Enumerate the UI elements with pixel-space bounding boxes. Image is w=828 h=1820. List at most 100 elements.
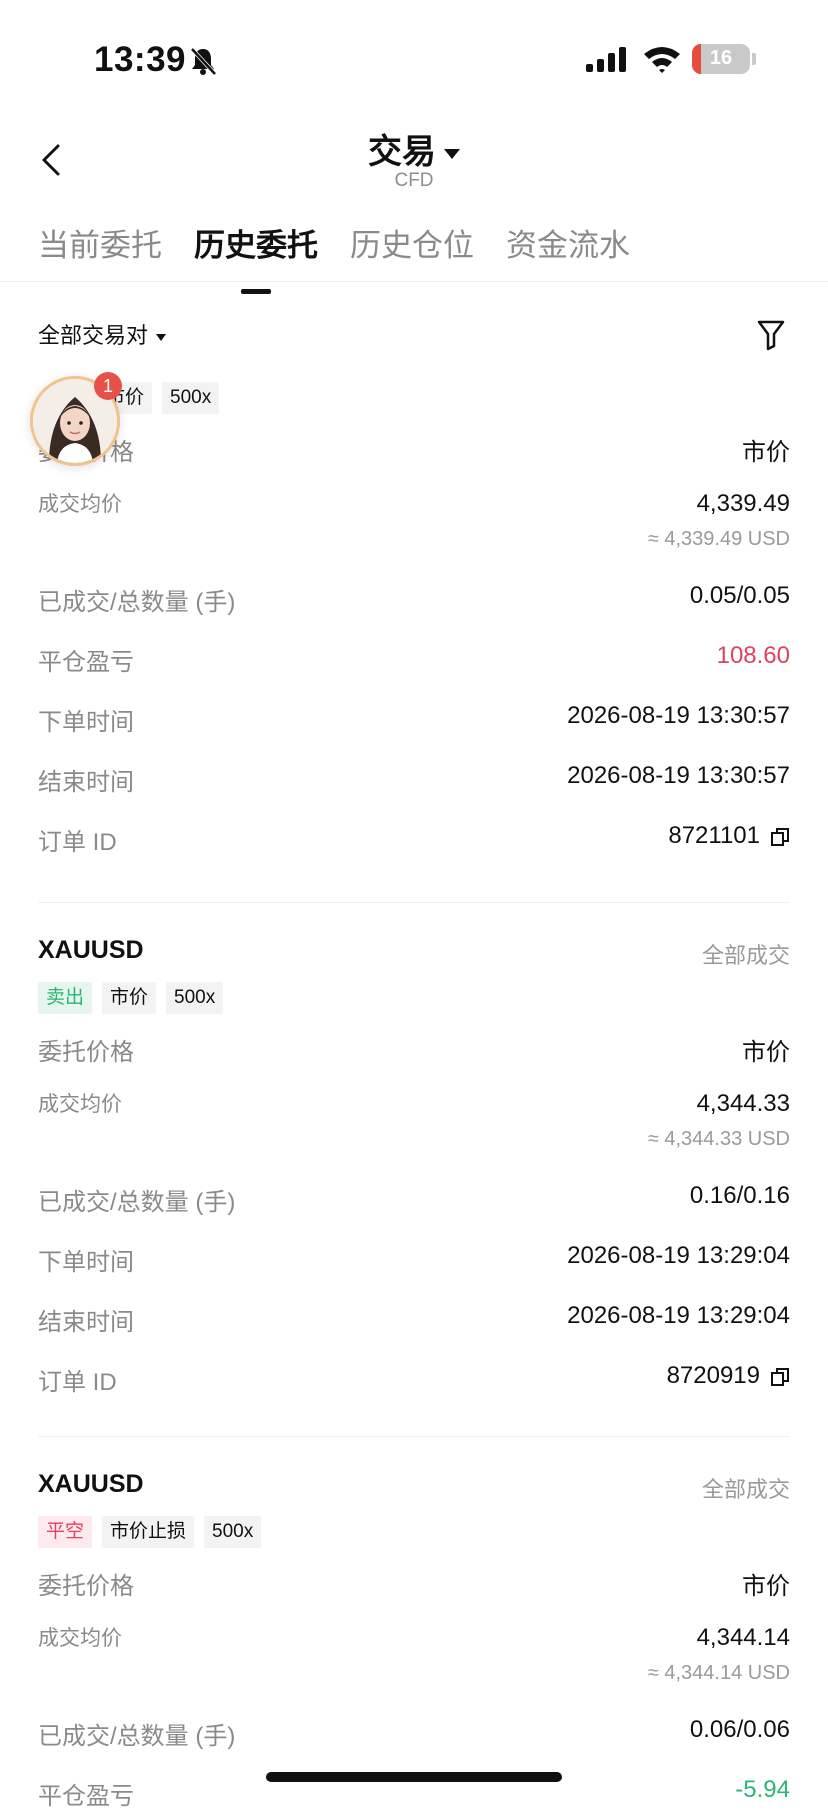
filled-row: 已成交/总数量 (手) 0.06/0.06 xyxy=(38,1700,790,1760)
avg-price-label: 成交均价 xyxy=(38,1093,122,1116)
active-tab-indicator xyxy=(241,289,271,294)
avg-price-value: 4,344.33 xyxy=(696,1090,790,1117)
order-id-text: 8721101 xyxy=(668,822,760,849)
order-id-row: 订单 ID 8720919 xyxy=(38,1346,790,1406)
order-id-value: 8721101 xyxy=(668,822,790,850)
avg-price-usd: ≈ 4,339.49 USD xyxy=(647,528,790,550)
tab-bar: 当前委托 历史委托 历史仓位 资金流水 xyxy=(38,220,662,294)
wifi-icon xyxy=(644,47,680,73)
battery-level: 16 xyxy=(709,47,733,69)
order-price-label: 委托价格 xyxy=(38,1573,134,1600)
pair-filter-dropdown[interactable]: 全部交易对 xyxy=(38,318,167,350)
end-time-value: 2026-08-19 13:29:04 xyxy=(567,1302,790,1329)
caret-down-icon xyxy=(444,149,460,160)
order-price-label: 委托价格 xyxy=(38,1039,134,1066)
page-title-text: 交易 xyxy=(368,133,436,171)
page-subtitle: CFD xyxy=(394,170,434,191)
order-price-value: 市价 xyxy=(742,1573,790,1600)
tab-fund-flow[interactable]: 资金流水 xyxy=(506,220,630,270)
filter-funnel-icon[interactable] xyxy=(756,318,786,352)
tab-label: 当前委托 xyxy=(38,228,162,263)
tab-position-history[interactable]: 历史仓位 xyxy=(350,220,474,270)
notification-badge: 1 xyxy=(94,372,122,400)
tab-label: 历史委托 xyxy=(194,228,318,263)
order-tags: 市价 500x xyxy=(38,382,790,416)
order-header: XAUUSD 全部成交 xyxy=(38,1470,790,1506)
side-tag-sell: 卖出 xyxy=(38,982,93,1014)
avg-price-row: 成交均价 4,339.49 ≈ 4,339.49 USD xyxy=(38,476,790,566)
order-id-row: 订单 ID 8721101 xyxy=(38,806,790,866)
side-tag-close-short: 平空 xyxy=(38,1516,93,1548)
cellular-signal-icon xyxy=(586,47,626,72)
pnl-row: 平仓盈亏 108.60 xyxy=(38,626,790,686)
order-id-label: 订单 ID xyxy=(38,1369,117,1396)
order-time-value: 2026-08-19 13:29:04 xyxy=(567,1242,790,1269)
order-id-text: 8720919 xyxy=(666,1362,760,1389)
tab-order-history[interactable]: 历史委托 xyxy=(194,220,318,294)
end-time-label: 结束时间 xyxy=(38,769,134,796)
order-type-tag: 市价止损 xyxy=(102,1516,195,1548)
leverage-tag: 500x xyxy=(162,382,220,414)
order-time-value: 2026-08-19 13:30:57 xyxy=(567,702,790,729)
end-time-row: 结束时间 2026-08-19 13:30:57 xyxy=(38,746,790,806)
pnl-label: 平仓盈亏 xyxy=(38,649,134,676)
pnl-label: 平仓盈亏 xyxy=(38,1783,134,1810)
order-header: XAUUSD 全部成交 xyxy=(38,936,790,972)
order-price-row: 委托价格 市价 xyxy=(38,1550,790,1610)
order-card: XAUUSD 全部成交 平空 市价止损 500x 委托价格 市价 成交均价 4,… xyxy=(38,1470,790,1820)
order-tags: 卖出 市价 500x xyxy=(38,982,790,1016)
bell-muted-icon xyxy=(190,47,216,76)
order-id-label: 订单 ID xyxy=(38,829,117,856)
status-bar: 13:39 16 xyxy=(0,0,828,110)
tab-current-orders[interactable]: 当前委托 xyxy=(38,220,162,270)
order-card: XAUUSD 全部成交 卖出 市价 500x 委托价格 市价 成交均价 4,34… xyxy=(38,936,790,1406)
avg-price-usd: ≈ 4,344.14 USD xyxy=(647,1662,790,1684)
battery-icon: 16 xyxy=(692,44,750,74)
end-time-value: 2026-08-19 13:30:57 xyxy=(567,762,790,789)
battery-tip xyxy=(752,53,756,65)
order-time-row: 下单时间 2026-08-19 13:29:04 xyxy=(38,1226,790,1286)
order-price-value: 市价 xyxy=(742,1039,790,1066)
avg-price-value: 4,339.49 xyxy=(696,490,790,517)
order-time-row: 下单时间 2026-08-19 13:30:57 xyxy=(38,686,790,746)
order-symbol: XAUUSD xyxy=(38,1470,144,1498)
order-price-row: 委托价格 市价 xyxy=(38,416,790,476)
order-price-row: 委托价格 市价 xyxy=(38,1016,790,1076)
order-time-label: 下单时间 xyxy=(38,1249,134,1276)
tab-label: 历史仓位 xyxy=(350,228,474,263)
status-time: 13:39 xyxy=(94,40,187,79)
card-divider xyxy=(38,1436,790,1437)
filled-label: 已成交/总数量 (手) xyxy=(38,589,236,616)
order-symbol: XAUUSD xyxy=(38,936,144,964)
copy-icon[interactable] xyxy=(770,1367,790,1387)
filled-row: 已成交/总数量 (手) 0.05/0.05 xyxy=(38,566,790,626)
order-status: 全部成交 xyxy=(701,943,790,968)
filled-value: 0.05/0.05 xyxy=(689,582,790,609)
filled-value: 0.06/0.06 xyxy=(689,1716,790,1743)
order-id-value: 8720919 xyxy=(667,1362,790,1390)
order-time-label: 下单时间 xyxy=(38,709,134,736)
pair-filter-label: 全部交易对 xyxy=(38,323,149,348)
end-time-row: 结束时间 2026-08-19 13:29:04 xyxy=(38,1286,790,1346)
order-tags: 平空 市价止损 500x xyxy=(38,1516,790,1550)
caret-down-icon xyxy=(156,333,167,341)
card-divider xyxy=(38,902,790,903)
home-indicator[interactable] xyxy=(266,1772,562,1782)
filled-label: 已成交/总数量 (手) xyxy=(38,1189,236,1216)
leverage-tag: 500x xyxy=(166,982,224,1014)
avg-price-label: 成交均价 xyxy=(38,1627,122,1650)
page-title[interactable]: 交易 xyxy=(0,124,828,173)
order-card: 市价 500x 委托价格 市价 成交均价 4,339.49 ≈ 4,339.49… xyxy=(38,382,790,866)
order-price-value: 市价 xyxy=(742,439,790,466)
copy-icon[interactable] xyxy=(770,827,790,847)
avg-price-row: 成交均价 4,344.33 ≈ 4,344.33 USD xyxy=(38,1076,790,1166)
pnl-row: 平仓盈亏 -5.94 xyxy=(38,1760,790,1820)
order-type-tag: 市价 xyxy=(102,982,157,1014)
filled-value: 0.16/0.16 xyxy=(689,1182,790,1209)
avg-price-usd: ≈ 4,344.33 USD xyxy=(647,1128,790,1150)
pnl-value: 108.60 xyxy=(716,642,790,669)
order-status: 全部成交 xyxy=(701,1477,790,1502)
filled-row: 已成交/总数量 (手) 0.16/0.16 xyxy=(38,1166,790,1226)
filled-label: 已成交/总数量 (手) xyxy=(38,1723,236,1750)
avg-price-label: 成交均价 xyxy=(38,493,122,516)
